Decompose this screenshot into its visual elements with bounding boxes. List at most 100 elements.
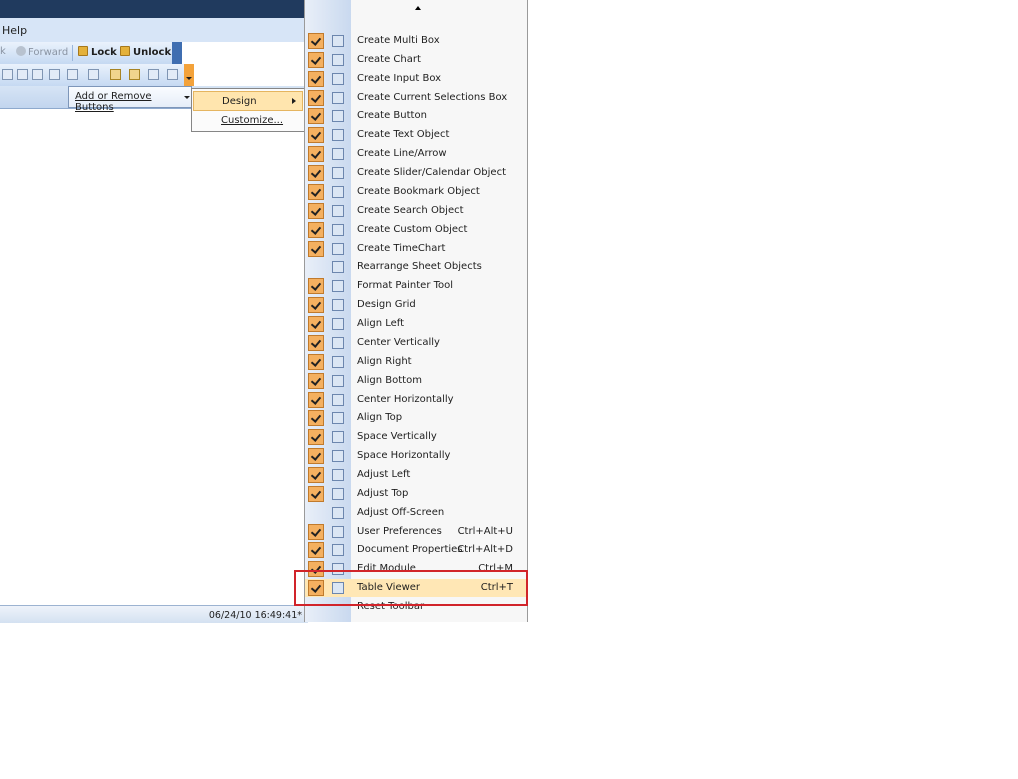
- forward-icon: [16, 46, 26, 56]
- table-viewer-icon[interactable]: [167, 69, 178, 80]
- menu-item-label: Adjust Top: [357, 487, 409, 499]
- checkmark-icon[interactable]: [308, 297, 324, 314]
- menu-item-label: Create Custom Object: [357, 223, 468, 235]
- menu-item-rearrange-sheet-objects[interactable]: Rearrange Sheet Objects: [305, 258, 527, 276]
- menu-item-format-painter-tool[interactable]: Format Painter Tool: [305, 277, 527, 295]
- menu-item-adjust-off-screen[interactable]: Adjust Off-Screen: [305, 504, 527, 522]
- slider-calendar-icon: [332, 167, 344, 180]
- chart-icon: [332, 53, 344, 66]
- timechart-icon: [332, 242, 344, 255]
- adjust-top-icon[interactable]: [88, 69, 99, 80]
- menu-bar: Help: [0, 18, 308, 42]
- menu-item-create-slider-calendar-object[interactable]: Create Slider/Calendar Object: [305, 164, 527, 182]
- submenu-item-design[interactable]: Design: [193, 91, 303, 111]
- checkmark-icon[interactable]: [308, 391, 324, 408]
- menu-item-create-multi-box[interactable]: Create Multi Box: [305, 32, 527, 50]
- menu-item-label: Document Properties: [357, 544, 463, 556]
- text-object-icon: [332, 129, 344, 142]
- menu-item-create-search-object[interactable]: Create Search Object: [305, 202, 527, 220]
- document-properties-icon: [332, 544, 344, 557]
- menu-item-shortcut: Ctrl+Alt+U: [457, 525, 513, 537]
- menu-item-label: Create Text Object: [357, 129, 450, 141]
- menu-item-design-grid[interactable]: Design Grid: [305, 296, 527, 314]
- menu-item-align-top[interactable]: Align Top: [305, 409, 527, 427]
- menu-item-document-properties[interactable]: Document Properties Ctrl+Alt+D: [305, 541, 527, 559]
- checkmark-icon[interactable]: [308, 127, 324, 144]
- menu-item-shortcut: Ctrl+Alt+D: [457, 544, 513, 556]
- checkmark-icon[interactable]: [308, 334, 324, 351]
- menu-help[interactable]: Help: [2, 24, 27, 37]
- menu-item-label: Create Search Object: [357, 204, 464, 216]
- forward-label: Forward: [28, 47, 69, 58]
- checkmark-icon[interactable]: [308, 278, 324, 295]
- align-left-icon[interactable]: [2, 69, 13, 80]
- toolbar-separator: [72, 45, 73, 61]
- menu-item-center-vertically[interactable]: Center Vertically: [305, 334, 527, 352]
- unlock-button[interactable]: Unlock: [120, 46, 171, 58]
- checkmark-icon[interactable]: [308, 372, 324, 389]
- unlock-label: Unlock: [133, 47, 172, 58]
- line-arrow-icon: [332, 148, 344, 161]
- align-bottom-icon: [332, 374, 344, 387]
- space-horizontally-icon[interactable]: [49, 69, 60, 80]
- submenu-item-customize[interactable]: Customize...: [193, 111, 303, 131]
- adjust-left-icon[interactable]: [67, 69, 78, 80]
- checkmark-icon[interactable]: [308, 165, 324, 182]
- menu-item-adjust-top[interactable]: Adjust Top: [305, 485, 527, 503]
- menu-item-space-vertically[interactable]: Space Vertically: [305, 428, 527, 446]
- button-icon: [332, 110, 344, 123]
- checkmark-icon[interactable]: [308, 410, 324, 427]
- menu-item-label: Align Bottom: [357, 374, 422, 386]
- user-preferences-icon[interactable]: [110, 69, 121, 80]
- forward-button[interactable]: Forward: [16, 46, 68, 58]
- center-vertically-icon[interactable]: [17, 69, 28, 80]
- menu-item-create-button[interactable]: Create Button: [305, 107, 527, 125]
- checkmark-icon[interactable]: [308, 33, 324, 49]
- menu-item-label: Align Left: [357, 318, 405, 330]
- checkmark-icon[interactable]: [308, 485, 324, 502]
- checkmark-icon[interactable]: [308, 240, 324, 257]
- menu-item-label: Create Chart: [357, 53, 421, 65]
- design-buttons-menu: Create Multi Box Create Chart Create Input…: [304, 0, 528, 622]
- menu-item-adjust-left[interactable]: Adjust Left: [305, 466, 527, 484]
- toolbar-options-button[interactable]: [184, 64, 194, 86]
- checkmark-icon[interactable]: [308, 221, 324, 238]
- add-remove-buttons-menu[interactable]: Add or Remove Buttons: [68, 86, 192, 113]
- checkmark-icon[interactable]: [308, 316, 324, 333]
- checkmark-icon[interactable]: [308, 202, 324, 219]
- menu-item-center-horizontally[interactable]: Center Horizontally: [305, 391, 527, 409]
- menu-item-create-current-selections-box[interactable]: Create Current Selections Box: [305, 89, 527, 107]
- menu-item-create-text-object[interactable]: Create Text Object: [305, 126, 527, 144]
- checkmark-icon[interactable]: [308, 89, 324, 106]
- scroll-up-icon[interactable]: [415, 6, 421, 10]
- lock-button[interactable]: Lock: [78, 46, 117, 58]
- checkmark-icon[interactable]: [308, 542, 324, 559]
- menu-item-create-line-arrow[interactable]: Create Line/Arrow: [305, 145, 527, 163]
- menu-item-space-horizontally[interactable]: Space Horizontally: [305, 447, 527, 465]
- checkmark-icon[interactable]: [308, 70, 324, 87]
- checkmark-icon[interactable]: [308, 448, 324, 465]
- add-remove-buttons-label: Add or Remove Buttons: [75, 91, 152, 113]
- menu-item-align-right[interactable]: Align Right: [305, 353, 527, 371]
- back-button[interactable]: k: [0, 46, 6, 57]
- menu-item-create-chart[interactable]: Create Chart: [305, 51, 527, 69]
- menu-item-user-preferences[interactable]: User Preferences Ctrl+Alt+U: [305, 523, 527, 541]
- menu-item-create-custom-object[interactable]: Create Custom Object: [305, 221, 527, 239]
- space-vertically-icon[interactable]: [32, 69, 43, 80]
- edit-module-icon[interactable]: [148, 69, 159, 80]
- menu-item-align-bottom[interactable]: Align Bottom: [305, 372, 527, 390]
- checkmark-icon[interactable]: [308, 108, 324, 125]
- checkmark-icon[interactable]: [308, 183, 324, 200]
- checkmark-icon[interactable]: [308, 523, 324, 540]
- menu-item-align-left[interactable]: Align Left: [305, 315, 527, 333]
- toolbar-overflow-button[interactable]: [172, 42, 182, 64]
- checkmark-icon[interactable]: [308, 467, 324, 483]
- menu-item-create-timechart[interactable]: Create TimeChart: [305, 240, 527, 258]
- menu-item-create-input-box[interactable]: Create Input Box: [305, 70, 527, 88]
- checkmark-icon[interactable]: [308, 353, 324, 370]
- checkmark-icon[interactable]: [308, 51, 324, 68]
- checkmark-icon[interactable]: [308, 429, 324, 446]
- document-properties-icon[interactable]: [129, 69, 140, 80]
- checkmark-icon[interactable]: [308, 146, 324, 163]
- menu-item-create-bookmark-object[interactable]: Create Bookmark Object: [305, 183, 527, 201]
